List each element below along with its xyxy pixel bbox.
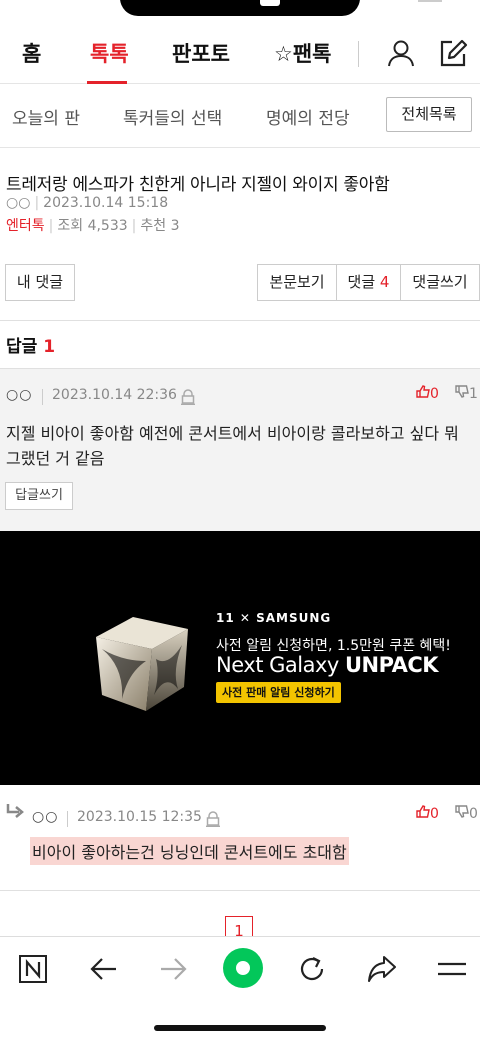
- refresh-icon[interactable]: [294, 951, 330, 987]
- downvote-count: 1: [469, 386, 478, 402]
- upvote-count: 0: [430, 806, 439, 822]
- reply-arrow-icon: [6, 804, 24, 818]
- reply-button[interactable]: 답글쓰기: [5, 482, 73, 510]
- tab-hall-of-fame[interactable]: 명예의 전당: [266, 104, 350, 129]
- downvote-button[interactable]: 0: [455, 805, 478, 822]
- section-divider: [0, 890, 480, 891]
- view-body-button[interactable]: 본문보기: [257, 264, 337, 301]
- browser-toolbar: [0, 936, 480, 1041]
- nav-home[interactable]: 홈: [22, 38, 41, 68]
- nested-reply-item: ○○ 2023.10.15 12:35 0 0 비아이 좋아하는건 닝닝인데 콘…: [0, 785, 480, 890]
- nested-reply-text: 비아이 좋아하는건 닝닝인데 콘서트에도 초대함: [30, 837, 349, 865]
- section-divider: [0, 320, 480, 321]
- share-icon[interactable]: [364, 951, 400, 987]
- comments-label: 댓글: [347, 273, 376, 291]
- thumbs-up-icon: [416, 385, 430, 398]
- thumbs-down-icon: [455, 805, 469, 818]
- green-dot-icon[interactable]: [222, 947, 264, 989]
- views-label: 조회: [57, 218, 84, 234]
- comments-count: 4: [379, 273, 390, 291]
- ad-headline: 사전 알림 신청하면, 1.5만원 쿠폰 혜택!: [216, 638, 451, 654]
- top-nav: 홈 톡톡 판포토 ☆팬톡: [0, 28, 480, 84]
- thumbs-up-icon: [416, 805, 430, 818]
- ad-cta-button[interactable]: 사전 판매 알림 신청하기: [216, 682, 341, 703]
- ad-title: Next Galaxy UNPACK: [216, 653, 439, 677]
- recommend-label: 추천: [140, 218, 167, 234]
- comments-button[interactable]: 댓글 4: [336, 264, 401, 301]
- back-arrow-icon[interactable]: [86, 951, 122, 987]
- nav-divider: [358, 41, 359, 67]
- report-icon[interactable]: [206, 811, 220, 827]
- downvote-button[interactable]: 1: [455, 385, 478, 402]
- replies-heading: 답글 1: [6, 332, 55, 357]
- pagination-current[interactable]: 1: [225, 916, 253, 936]
- replies-label: 답글: [6, 337, 38, 357]
- camera-cutout: [260, 0, 280, 6]
- my-comments-button[interactable]: 내 댓글: [5, 264, 75, 301]
- write-icon[interactable]: [438, 38, 468, 68]
- nav-fantalk[interactable]: ☆팬톡: [274, 38, 331, 68]
- upvote-button[interactable]: 0: [416, 385, 439, 402]
- ad-title-part1: Next Galaxy: [216, 653, 345, 677]
- post-title: 트레저랑 에스파가 친한게 아니라 지젤이 와이지 좋아함: [6, 175, 390, 195]
- meta-separator: |: [34, 195, 40, 211]
- nav-toktok[interactable]: 톡톡: [90, 38, 129, 68]
- post-date: 2023.10.14 15:18: [43, 195, 169, 211]
- views-count: 4,533: [87, 218, 128, 234]
- thumbs-down-icon: [455, 385, 469, 398]
- galaxy-cube-icon: [96, 617, 188, 711]
- menu-icon[interactable]: [434, 951, 470, 987]
- ad-banner[interactable]: 11 ✕ SAMSUNG 사전 알림 신청하면, 1.5만원 쿠폰 혜택! Ne…: [0, 531, 480, 785]
- meta-separator: [42, 389, 43, 405]
- nested-reply-author: ○○: [32, 809, 59, 825]
- all-list-button[interactable]: 전체목록: [386, 97, 472, 132]
- upvote-button[interactable]: 0: [416, 805, 439, 822]
- device-notch: [120, 0, 360, 16]
- comment-author: ○○: [6, 387, 33, 403]
- post-stats-line: 엔터톡 | 조회 4,533 | 추천 3: [6, 215, 180, 235]
- tab-today[interactable]: 오늘의 판: [12, 104, 80, 129]
- naver-n-icon[interactable]: [15, 951, 51, 987]
- nav-panphoto[interactable]: 판포토: [172, 38, 230, 68]
- sub-tabs: 오늘의 판 톡커들의 선택 명예의 전당 전체목록: [0, 84, 480, 148]
- post-author: ○○: [6, 195, 31, 211]
- downvote-count: 0: [469, 806, 478, 822]
- user-icon[interactable]: [386, 38, 416, 68]
- comment-date: 2023.10.14 22:36: [52, 387, 177, 403]
- home-indicator: [154, 1025, 326, 1031]
- ad-title-part2: UNPACK: [344, 653, 439, 677]
- post-meta-line: ○○ | 2023.10.14 15:18: [6, 195, 168, 211]
- meta-separator: |: [131, 218, 137, 234]
- recommend-count: 3: [170, 218, 180, 234]
- comment-text: 지젤 비아이 좋아함 예전에 콘서트에서 비아이랑 콜라보하고 싶다 뭐 그랬던…: [6, 424, 459, 468]
- meta-separator: [67, 811, 68, 827]
- report-icon[interactable]: [181, 389, 195, 405]
- status-indicator: [418, 0, 442, 2]
- nested-reply-date: 2023.10.15 12:35: [77, 809, 202, 825]
- replies-count: 1: [43, 337, 56, 357]
- meta-separator: |: [48, 218, 54, 234]
- write-comment-button[interactable]: 댓글쓰기: [400, 264, 480, 301]
- ad-brand: 11 ✕ SAMSUNG: [216, 611, 332, 625]
- comment-item: ○○ 2023.10.14 22:36 0 1 지젤 비아이 좋아함 예전에 콘…: [0, 368, 480, 531]
- upvote-count: 0: [430, 386, 439, 402]
- post-category[interactable]: 엔터톡: [6, 218, 45, 234]
- forward-arrow-icon[interactable]: [155, 951, 191, 987]
- tab-tokkers-choice[interactable]: 톡커들의 선택: [123, 104, 222, 129]
